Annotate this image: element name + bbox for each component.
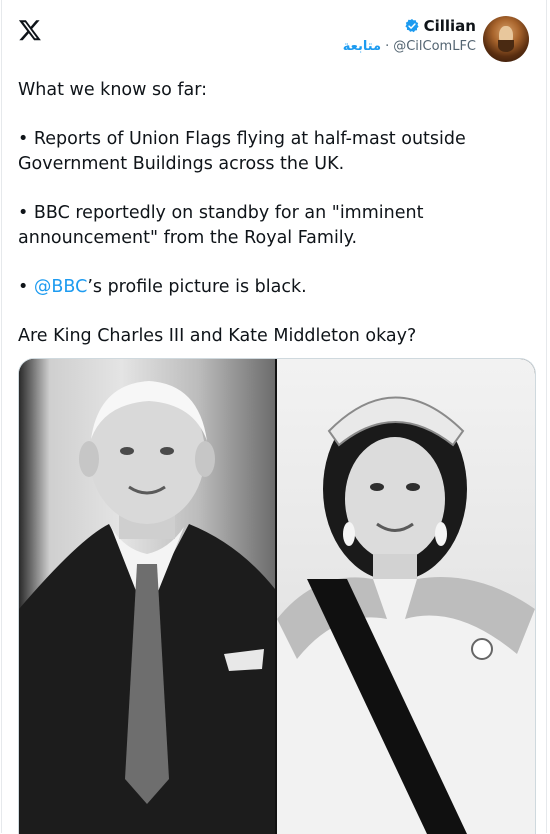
author-block: Cillian متابعة · @CilComLFC: [343, 17, 476, 54]
tweet-bullet-1: • Reports of Union Flags flying at half-…: [18, 129, 466, 174]
author-meta: متابعة · @CilComLFC: [343, 39, 476, 54]
tweet-media[interactable]: [18, 358, 536, 834]
bullet-3-suffix: ’s profile picture is black.: [87, 277, 307, 297]
x-logo-icon[interactable]: [18, 18, 42, 42]
mention-link[interactable]: @BBC: [34, 277, 87, 297]
photo-kate-middleton[interactable]: [277, 359, 535, 834]
handle[interactable]: @CilComLFC: [393, 39, 476, 54]
tweet-card: Cillian متابعة · @CilComLFC What we know…: [1, 0, 547, 834]
tweet-bullet-3: • @BBC’s profile picture is black.: [18, 275, 533, 300]
verified-badge-icon: [405, 19, 419, 33]
tweet-intro: What we know so far:: [18, 80, 208, 100]
avatar[interactable]: [483, 16, 529, 62]
bullet-3-prefix: •: [18, 277, 34, 297]
tweet-text: What we know so far: • Reports of Union …: [18, 78, 533, 349]
display-name[interactable]: Cillian: [424, 17, 476, 35]
tweet-bullet-2: • BBC reportedly on standby for an "immi…: [18, 203, 424, 248]
king-charles-illustration: [19, 381, 275, 834]
meta-separator: ·: [385, 39, 390, 54]
avatar-beard: [498, 40, 514, 52]
tweet-question: Are King Charles III and Kate Middleton …: [18, 326, 417, 346]
kate-middleton-illustration: [277, 396, 535, 834]
follow-button[interactable]: متابعة: [343, 39, 381, 54]
photo-king-charles[interactable]: [19, 359, 275, 834]
